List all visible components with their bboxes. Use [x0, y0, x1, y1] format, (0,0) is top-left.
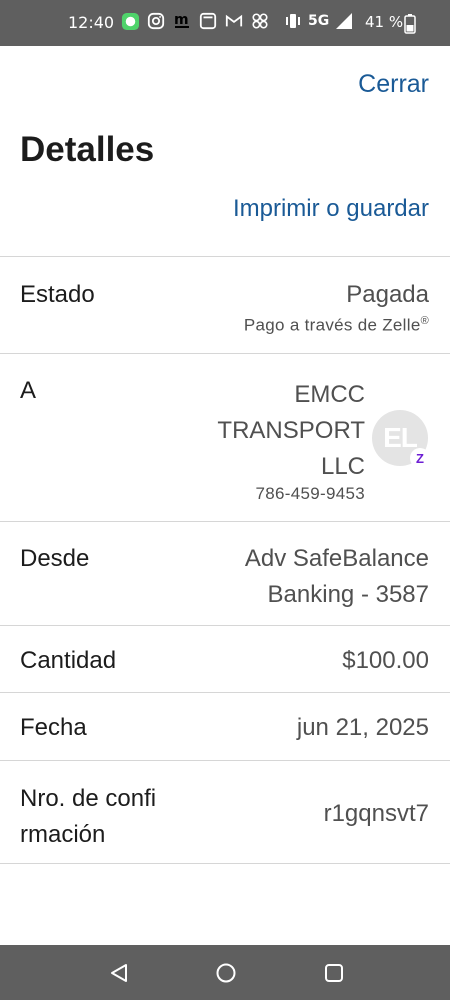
status-bar: 12:40 m 5G 41 %	[0, 0, 450, 46]
whatsapp-icon	[120, 11, 140, 31]
divider	[0, 760, 450, 761]
from-label: Desde	[20, 545, 90, 572]
recipient-phone: 786-459-9453	[255, 484, 365, 503]
divider	[0, 692, 450, 693]
recipient-name-line: LLC	[320, 453, 365, 480]
divider	[0, 256, 450, 257]
back-icon[interactable]	[107, 961, 131, 985]
recipient-name-line: TRANSPORT	[217, 417, 365, 444]
divider	[0, 353, 450, 354]
date-label: Fecha	[20, 714, 87, 741]
confirmation-label-line: rmación	[20, 821, 106, 848]
print-or-save-button[interactable]: Imprimir o guardar	[233, 195, 429, 223]
divider	[0, 625, 450, 626]
from-account-line: Adv SafeBalance	[244, 545, 429, 572]
navigation-bar	[0, 945, 450, 1000]
gmail-icon	[224, 11, 244, 31]
battery-percent: 41 %	[365, 13, 404, 31]
signal-icon	[334, 11, 354, 31]
amount-label: Cantidad	[20, 647, 117, 674]
pinwheel-icon	[250, 11, 270, 31]
recipient-name: EMCC TRANSPORT LLC	[217, 377, 365, 485]
recents-icon[interactable]	[322, 961, 346, 985]
screenshot-icon	[198, 11, 218, 31]
from-account-line: Banking - 3587	[267, 581, 429, 608]
status-label: Estado	[20, 281, 95, 308]
divider	[0, 863, 450, 864]
recipient-label: A	[20, 377, 37, 404]
payment-method: Pago a través de Zelle®	[244, 315, 429, 336]
confirmation-number: r1gqnsvt7	[323, 800, 429, 827]
notification-icons: m	[120, 11, 270, 31]
confirmation-label-line: Nro. de confi	[20, 785, 157, 812]
status-value: Pagada	[346, 281, 429, 308]
network-type: 5G	[308, 13, 330, 29]
registered-mark: ®	[420, 315, 429, 327]
page-title: Detalles	[20, 130, 155, 169]
close-button[interactable]: Cerrar	[358, 70, 429, 99]
vibrate-icon	[283, 11, 303, 31]
payment-method-text: Pago a través de Zelle	[243, 315, 421, 335]
svg-text:m: m	[174, 12, 189, 28]
confirmation-label: Nro. de confi rmación	[20, 781, 156, 853]
battery-icon	[404, 14, 416, 38]
divider	[0, 521, 450, 522]
zelle-badge-icon: Z	[410, 448, 430, 468]
system-icons: 5G	[283, 11, 354, 31]
date-value: jun 21, 2025	[296, 714, 429, 741]
avatar-initials: EL	[383, 422, 418, 453]
recipient-name-line: EMCC	[294, 381, 365, 408]
home-icon[interactable]	[214, 961, 238, 985]
zelle-badge-text: Z	[416, 450, 424, 466]
m-zone-icon: m	[172, 11, 192, 31]
instagram-icon	[146, 11, 166, 31]
status-time: 12:40	[68, 13, 115, 32]
amount-value: $100.00	[342, 647, 429, 674]
from-account: Adv SafeBalance Banking - 3587	[245, 541, 429, 613]
